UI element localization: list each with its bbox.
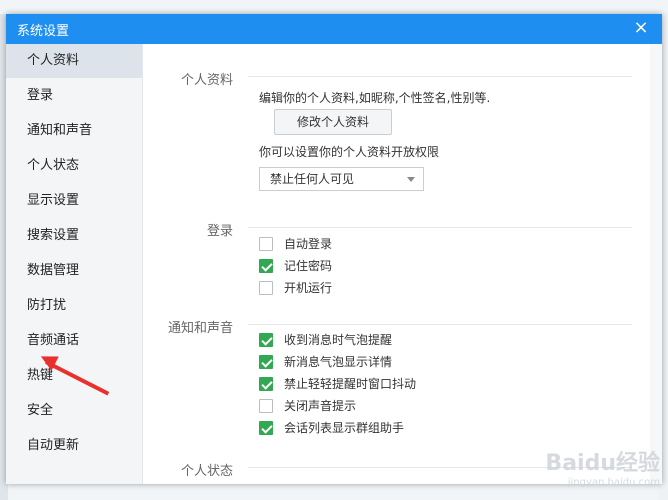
chevron-down-icon xyxy=(407,177,415,182)
sidebar-item-notify[interactable]: 通知和声音 xyxy=(6,114,142,148)
checkbox-checked-icon[interactable] xyxy=(259,259,273,273)
checkbox-icon[interactable] xyxy=(259,281,273,295)
option-label: 新消息气泡显示详情 xyxy=(284,355,393,369)
close-icon[interactable]: × xyxy=(630,17,652,39)
checkbox-icon[interactable] xyxy=(259,237,273,251)
sidebar-item-data[interactable]: 数据管理 xyxy=(6,254,142,288)
sidebar-item-security[interactable]: 安全 xyxy=(6,394,142,428)
watermark: Baidu经验 jingyan.baidu.com xyxy=(545,445,660,488)
section-divider xyxy=(248,76,632,77)
checkbox-checked-icon[interactable] xyxy=(259,333,273,347)
scrollbar[interactable] xyxy=(650,44,662,484)
sidebar-item-search[interactable]: 搜索设置 xyxy=(6,219,142,253)
privacy-select-value: 禁止任何人可见 xyxy=(270,172,355,186)
sidebar-item-display[interactable]: 显示设置 xyxy=(6,184,142,218)
sidebar-item-status[interactable]: 个人状态 xyxy=(6,149,142,183)
section-label-profile: 个人资料 xyxy=(180,73,233,88)
privacy-description: 你可以设置你的个人资料开放权限 xyxy=(259,145,440,159)
sidebar: 个人资料 登录 通知和声音 个人状态 显示设置 搜索设置 数据管理 防打扰 音频… xyxy=(6,44,143,484)
sidebar-item-login[interactable]: 登录 xyxy=(6,79,142,113)
settings-content: 个人资料 编辑你的个人资料,如昵称,个性签名,性别等. 修改个人资料 你可以设置… xyxy=(143,44,662,484)
option-label: 会话列表显示群组助手 xyxy=(284,421,405,435)
option-label: 收到消息时气泡提醒 xyxy=(284,333,393,347)
watermark-sub: jingyan.baidu.com xyxy=(567,477,660,488)
sidebar-item-update[interactable]: 自动更新 xyxy=(6,429,142,463)
option-label: 关闭声音提示 xyxy=(284,399,357,413)
option-label: 记住密码 xyxy=(284,259,333,273)
section-label-notify: 通知和声音 xyxy=(167,321,233,336)
section-label-login: 登录 xyxy=(206,224,233,239)
section-divider xyxy=(248,227,632,228)
checkbox-checked-icon[interactable] xyxy=(259,421,273,435)
watermark-main: Baidu经验 xyxy=(545,451,660,476)
edit-profile-button[interactable]: 修改个人资料 xyxy=(274,109,392,135)
section-label-status: 个人状态 xyxy=(180,464,233,479)
option-label: 自动登录 xyxy=(284,237,333,251)
window-title: 系统设置 xyxy=(17,24,70,39)
sidebar-item-profile[interactable]: 个人资料 xyxy=(6,44,142,78)
profile-description: 编辑你的个人资料,如昵称,个性签名,性别等. xyxy=(259,91,491,105)
privacy-select[interactable]: 禁止任何人可见 xyxy=(259,167,424,191)
sidebar-item-audio[interactable]: 音频通话 xyxy=(6,324,142,358)
titlebar: 系统设置 × xyxy=(6,14,662,44)
checkbox-checked-icon[interactable] xyxy=(259,377,273,391)
checkbox-icon[interactable] xyxy=(259,399,273,413)
section-divider xyxy=(248,324,632,325)
option-label: 开机运行 xyxy=(284,281,333,295)
sidebar-item-dnd[interactable]: 防打扰 xyxy=(6,289,142,323)
checkbox-checked-icon[interactable] xyxy=(259,355,273,369)
option-label: 禁止轻轻提醒时窗口抖动 xyxy=(284,377,417,391)
settings-window: 系统设置 × 个人资料 登录 通知和声音 个人状态 显示设置 搜索设置 数据管理… xyxy=(6,14,662,484)
